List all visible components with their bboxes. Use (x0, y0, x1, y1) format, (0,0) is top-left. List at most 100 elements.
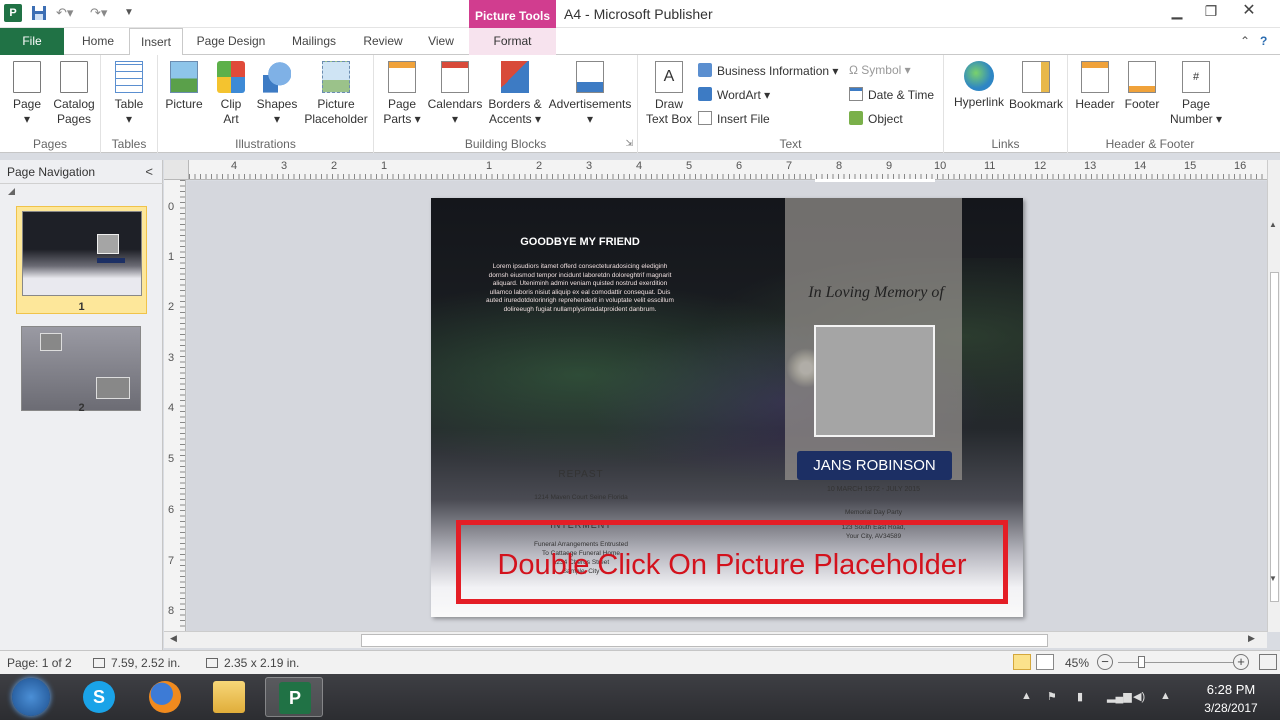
page-parts-button[interactable]: Page Parts ▾ (380, 61, 424, 127)
help-icon[interactable]: ? (1260, 34, 1267, 48)
catalog-pages-button[interactable]: Catalog Pages (50, 61, 98, 127)
ruler-corner[interactable] (164, 160, 189, 180)
tab-review[interactable]: Review (354, 28, 412, 55)
ruler-label: 3 (281, 160, 288, 172)
fit-to-window-button[interactable] (1259, 654, 1277, 670)
tab-mailings[interactable]: Mailings (282, 28, 346, 55)
tab-format[interactable]: Format (469, 28, 556, 55)
customize-quick-access-icon[interactable]: ▼ (124, 4, 142, 22)
redo-icon[interactable]: ↷▾ (90, 4, 108, 22)
wordart-button[interactable]: WordArt ▾ (698, 87, 770, 102)
repast-heading[interactable]: REPAST (501, 469, 661, 480)
text-group: A Draw Text Box Business Information ▾ Wo… (638, 55, 944, 153)
maximize-button[interactable]: ❐ (1194, 0, 1228, 24)
date-time-button[interactable]: Date & Time (849, 87, 934, 102)
removable-device-icon[interactable]: ▮ (1077, 690, 1083, 703)
show-hidden-icons[interactable]: ▲ (1021, 690, 1032, 702)
repast-address[interactable]: 1214 Maven Court Seine Florida (501, 494, 661, 501)
taskbar-firefox[interactable] (136, 677, 194, 717)
bookmark-button[interactable]: Bookmark (1006, 61, 1066, 112)
memorial-line-1: Memorial Day Party (844, 509, 903, 516)
minimize-button[interactable]: ▁ (1160, 0, 1194, 24)
scroll-up-icon[interactable]: ▲ (1269, 220, 1277, 229)
picture-placeholder[interactable] (814, 325, 935, 437)
zoom-level[interactable]: 45% (1065, 656, 1089, 670)
lorem-paragraph[interactable]: Lorem ipsudiors itamet offerd consectetu… (486, 263, 674, 314)
network-icon[interactable]: ▂▄▆ (1107, 690, 1132, 703)
scroll-down-icon[interactable]: ▼ (1269, 574, 1277, 583)
page-thumbnail-2[interactable]: 2 (16, 322, 147, 414)
zoom-slider-thumb[interactable] (1138, 656, 1145, 668)
minimize-ribbon-icon[interactable]: ⌃ (1240, 34, 1250, 48)
business-information-button[interactable]: Business Information ▾ (698, 63, 838, 78)
page-number-button[interactable]: # Page Number ▾ (1168, 61, 1224, 127)
start-button[interactable] (12, 678, 50, 716)
clip-art-button[interactable]: Clip Art (213, 61, 249, 127)
two-page-view-button[interactable] (1036, 654, 1054, 670)
scroll-right-icon[interactable]: ▶ (1248, 633, 1255, 644)
save-icon[interactable] (30, 4, 48, 22)
hyperlink-button[interactable]: Hyperlink (948, 61, 1010, 110)
ruler-label: 16 (1234, 160, 1247, 172)
footer-button[interactable]: Footer (1120, 61, 1164, 112)
tab-page-design[interactable]: Page Design (188, 28, 274, 55)
symbol-button[interactable]: Ω Symbol ▾ (849, 63, 911, 77)
tab-view[interactable]: View (418, 28, 464, 55)
vertical-scroll-thumb[interactable] (1270, 272, 1279, 602)
vertical-ruler[interactable]: 0 1 2 3 4 5 6 7 8 (164, 180, 186, 632)
dropdown-arrow-icon: ▾ (451, 112, 459, 126)
collapse-pane-icon[interactable]: < (145, 160, 153, 184)
name-plate[interactable]: JANS ROBINSON (797, 451, 952, 480)
shapes-button[interactable]: Shapes ▾ (255, 61, 299, 127)
single-page-view-button[interactable] (1013, 654, 1031, 670)
calendars-button[interactable]: Calendars ▾ (427, 61, 483, 127)
flag-icon[interactable]: ⚑ (1047, 690, 1057, 703)
position-icon (93, 658, 105, 668)
tab-insert[interactable]: Insert (129, 28, 183, 56)
page-thumbnail-1[interactable]: 1 (16, 206, 147, 314)
close-button[interactable]: ✕ (1232, 0, 1266, 24)
goodbye-heading[interactable]: GOODBYE MY FRIEND (491, 236, 669, 248)
publisher-app-icon[interactable]: P (4, 4, 22, 22)
horizontal-scroll-thumb[interactable] (361, 634, 1048, 647)
object-size-status[interactable]: 2.35 x 2.19 in. (206, 656, 299, 670)
tab-home[interactable]: Home (70, 28, 126, 55)
google-drive-icon[interactable]: ▲ (1160, 690, 1171, 702)
page-count-status[interactable]: Page: 1 of 2 (7, 656, 72, 670)
page-parts-icon (388, 61, 416, 93)
horizontal-scrollbar[interactable]: ◀ ▶ (164, 631, 1267, 648)
page-button[interactable]: Page ▾ (8, 61, 46, 127)
in-loving-memory-text[interactable]: In Loving Memory of (791, 284, 961, 302)
page-button-label: Page (12, 97, 42, 111)
taskbar-file-explorer[interactable] (200, 677, 258, 717)
zoom-out-button[interactable]: − (1097, 654, 1113, 670)
advertisements-button[interactable]: Advertisements ▾ (546, 61, 634, 127)
expand-section-icon[interactable] (8, 188, 15, 195)
tab-file[interactable]: File (0, 28, 64, 55)
picture-placeholder-button[interactable]: Picture Placeholder (303, 61, 369, 127)
zoom-in-button[interactable]: + (1233, 654, 1249, 670)
taskbar-skype[interactable]: S (70, 677, 128, 717)
draw-text-box-button[interactable]: A Draw Text Box (642, 61, 696, 127)
dates-text[interactable]: 10 MARCH 1972 - JULY 2015 (785, 486, 962, 493)
horizontal-ruler[interactable]: 4 3 2 1 1 2 3 4 5 6 7 8 9 10 11 12 13 14… (189, 160, 1267, 180)
vertical-scrollbar[interactable]: ▲ ▼ (1267, 160, 1280, 632)
header-button[interactable]: Header (1072, 61, 1118, 112)
undo-icon[interactable]: ↶▾ (56, 4, 74, 22)
taskbar-publisher[interactable]: P (265, 677, 323, 717)
picture-button[interactable]: Picture (163, 61, 205, 112)
scroll-left-icon[interactable]: ◀ (170, 633, 177, 644)
clock-date[interactable]: 3/28/2017 (1192, 701, 1270, 715)
table-button[interactable]: Table ▾ (109, 61, 149, 127)
object-position-status[interactable]: 7.59, 2.52 in. (93, 656, 180, 670)
dropdown-arrow-icon: ▾ (586, 112, 594, 126)
dialog-launcher-icon[interactable]: ⇲ (625, 138, 633, 149)
zoom-slider[interactable] (1118, 662, 1233, 663)
footer-label: Footer (1124, 97, 1160, 111)
volume-icon[interactable]: ◀) (1133, 690, 1145, 703)
borders-accents-button[interactable]: Borders & Accents ▾ (485, 61, 545, 127)
clock-time[interactable]: 6:28 PM (1200, 682, 1262, 697)
insert-file-button[interactable]: Insert File (698, 111, 770, 126)
object-icon (849, 111, 863, 125)
object-button[interactable]: Object (849, 111, 903, 126)
